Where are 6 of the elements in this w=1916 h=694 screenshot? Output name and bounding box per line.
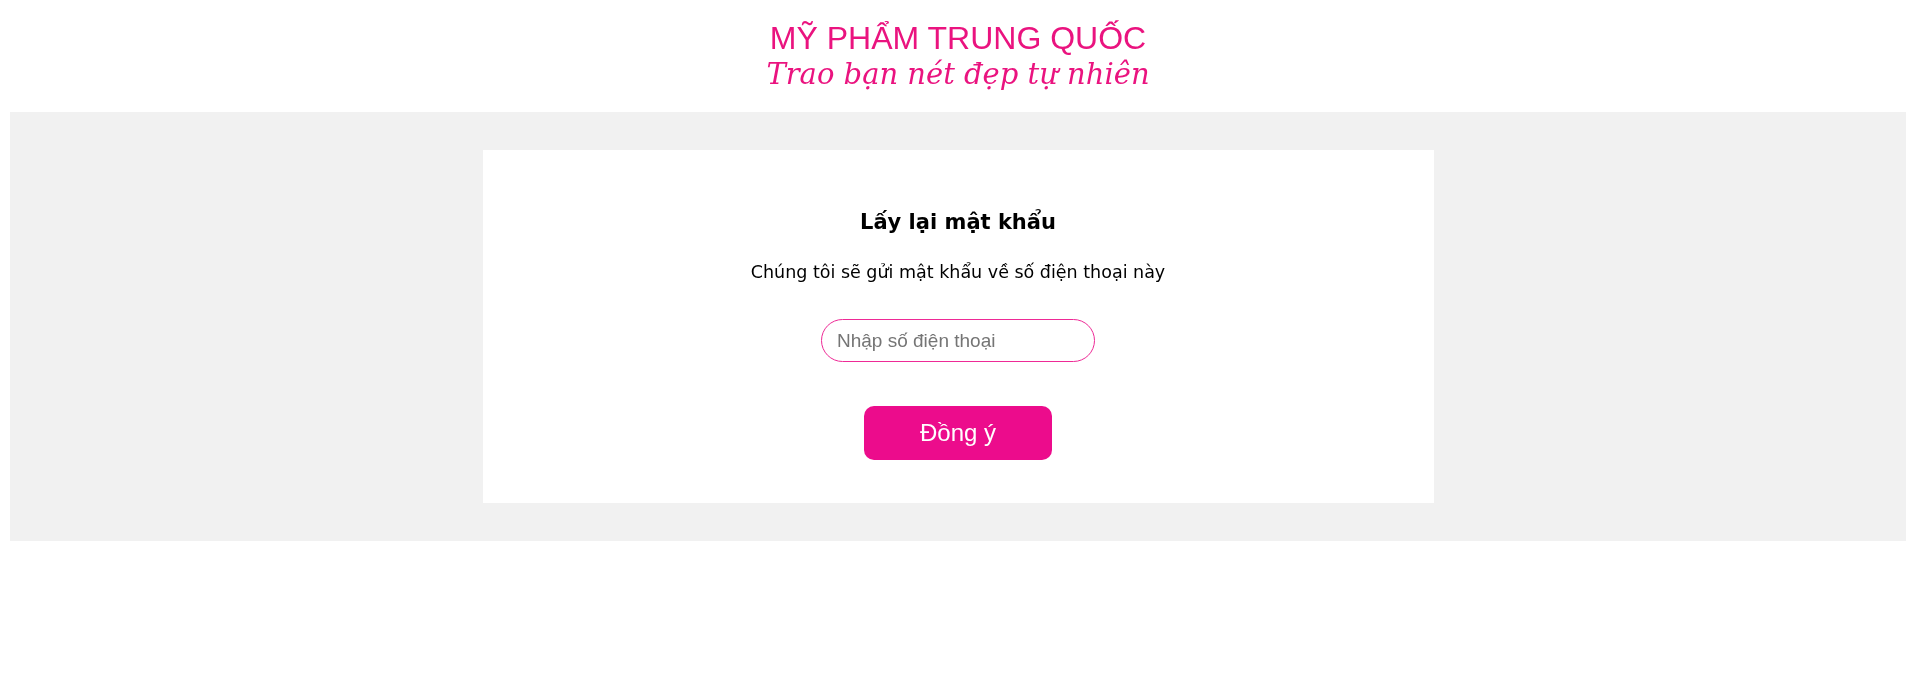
tagline: Trao bạn nét đẹp tự nhiên [766,56,1150,92]
form-description: Chúng tôi sẽ gửi mật khẩu về số điện thoại này [750,261,1166,284]
submit-button[interactable]: Đồng ý [864,406,1052,460]
form-title: Lấy lại mật khẩu [860,210,1056,234]
phone-input-field[interactable]: Nhập số điện thoại [821,319,1095,362]
brand-name: MỸ PHẨM TRUNG QUỐC [769,20,1147,56]
